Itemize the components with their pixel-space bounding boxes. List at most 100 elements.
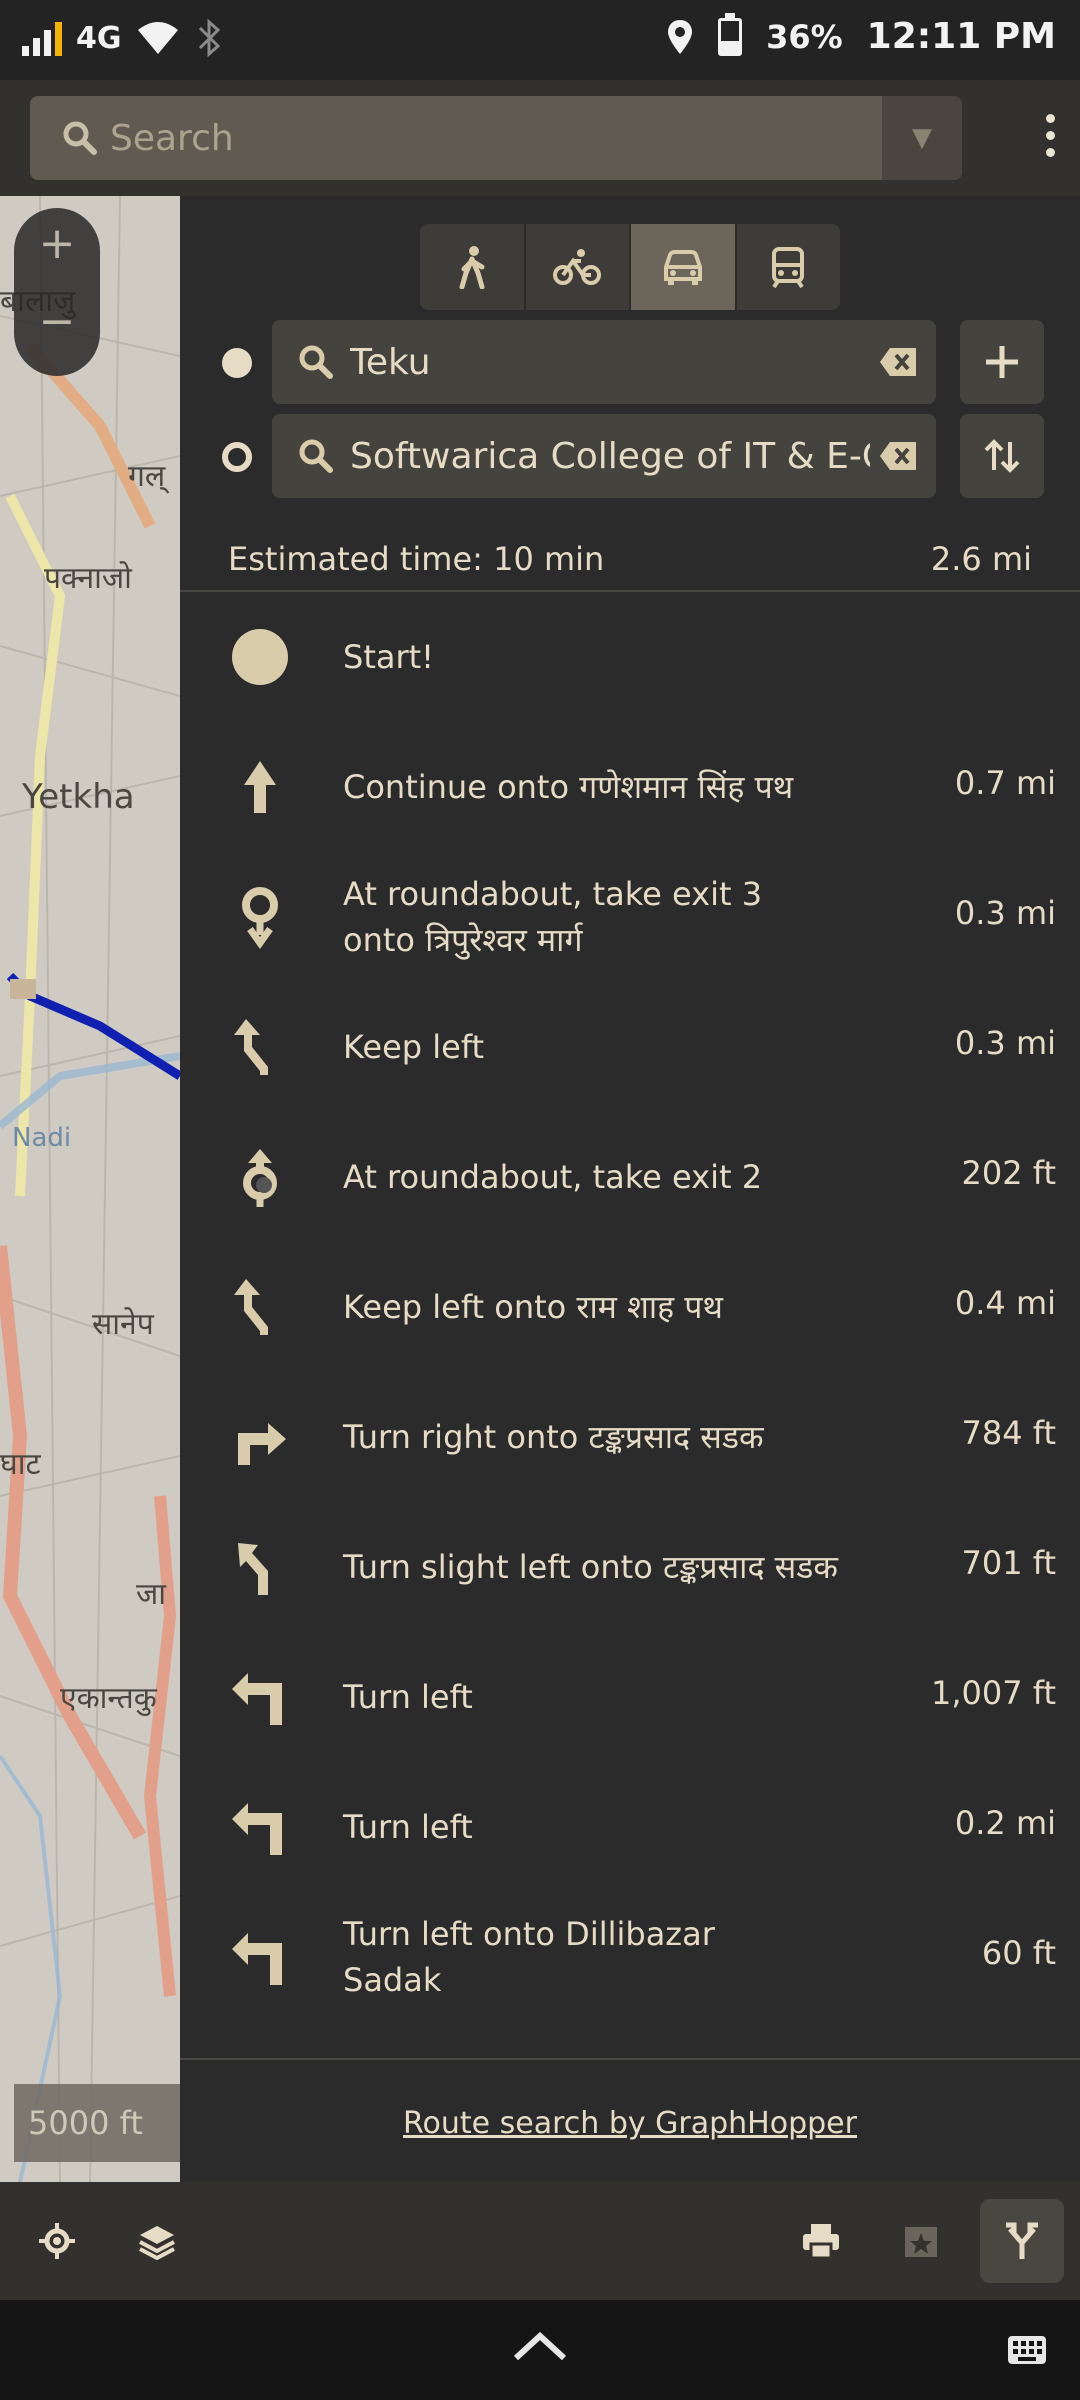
route-step[interactable]: Turn left onto Dillibazar Sadak 60 ft <box>180 1892 1080 2022</box>
destination-input[interactable]: Softwarica College of IT & E-Commerce <box>350 436 870 477</box>
keep-left-icon <box>234 1019 268 1075</box>
clock: 12:11 PM <box>866 16 1056 57</box>
swap-icon <box>984 439 1020 473</box>
bottom-toolbar <box>0 2182 1080 2300</box>
start-location-field[interactable]: Teku <box>272 320 936 404</box>
location-icon <box>668 19 693 54</box>
route-step-distance: 0.3 mi <box>954 894 1056 932</box>
destination-field[interactable]: Softwarica College of IT & E-Commerce <box>272 414 936 498</box>
chevron-down-icon: ▼ <box>912 123 932 153</box>
search-field[interactable]: Search ▼ <box>30 96 962 180</box>
route-step[interactable]: Turn right onto टङ्कप्रसाद सडक 784 ft <box>180 1372 1080 1502</box>
route-step-instruction: Turn left <box>343 1678 473 1716</box>
route-step-instruction: Turn right onto टङ्कप्रसाद सडक <box>343 1418 764 1456</box>
directions-panel: Teku Softwarica College of IT & E-Commer… <box>180 196 1080 2182</box>
layers-button[interactable] <box>122 2206 192 2276</box>
divider <box>180 2058 1080 2060</box>
svg-text:Yetkha: Yetkha <box>21 777 135 817</box>
mode-car-button[interactable] <box>631 224 737 310</box>
route-step-distance: 784 ft <box>961 1414 1057 1452</box>
car-icon <box>663 250 702 285</box>
route-step-instruction: Keep left <box>343 1028 485 1066</box>
svg-text:सानेप: सानेप <box>92 1307 155 1342</box>
route-step-instruction: Turn slight left onto टङ्कप्रसाद सडक <box>343 1548 838 1586</box>
crosshair-icon <box>39 2223 75 2259</box>
print-button[interactable] <box>786 2206 856 2276</box>
bookmark-star-icon <box>905 2227 937 2257</box>
route-step-distance: 1,007 ft <box>930 1674 1056 1712</box>
route-step[interactable]: Turn slight left onto टङ्कप्रसाद सडक 701 … <box>180 1502 1080 1632</box>
start-location-input[interactable]: Teku <box>350 342 870 383</box>
overflow-menu-button[interactable] <box>1038 114 1062 157</box>
transit-icon <box>772 247 805 289</box>
route-step-instruction: At roundabout, take exit 3 onto त्रिपुरे… <box>343 875 763 959</box>
map-view[interactable]: बालाजु गल् पक्नाजो Yetkha Nadi सानेप घाट… <box>0 196 180 2182</box>
start-marker-icon <box>222 348 252 378</box>
route-step[interactable]: Continue onto गणेशमान सिंह पथ 0.7 mi <box>180 722 1080 852</box>
keyboard-icon[interactable] <box>1006 2334 1048 2366</box>
mode-transit-button[interactable] <box>737 224 841 310</box>
svg-text:Nadi: Nadi <box>12 1123 71 1153</box>
roundabout-exit-icon <box>242 887 278 949</box>
network-type: 4G <box>76 20 122 56</box>
route-step[interactable]: Turn left 1,007 ft <box>180 1632 1080 1762</box>
battery-icon <box>718 12 743 56</box>
battery-level: 36% <box>766 17 843 56</box>
plus-icon <box>986 346 1018 378</box>
turn-right-icon <box>238 1423 286 1465</box>
route-step-instruction: Start! <box>343 638 434 676</box>
chevron-up-icon[interactable] <box>510 2330 570 2364</box>
search-input[interactable]: Search <box>110 118 234 159</box>
turn-left-icon <box>232 1803 282 1855</box>
turn-left-icon <box>232 1933 282 1985</box>
zoom-out-button[interactable]: − <box>14 296 100 347</box>
directions-button[interactable] <box>980 2199 1064 2283</box>
signal-icon <box>22 20 62 56</box>
mode-walk-button[interactable] <box>420 224 526 310</box>
zoom-control: + − <box>14 208 100 376</box>
keep-left-icon <box>234 1279 268 1335</box>
route-step[interactable]: Keep left 0.3 mi <box>180 982 1080 1112</box>
route-step-instruction: Continue onto गणेशमान सिंह पथ <box>343 768 794 806</box>
wifi-icon <box>137 22 178 54</box>
mode-bicycle-button[interactable] <box>526 224 631 310</box>
zoom-in-button[interactable]: + <box>14 218 100 269</box>
map-canvas: बालाजु गल् पक्नाजो Yetkha Nadi सानेप घाट… <box>0 196 180 2182</box>
swap-locations-button[interactable] <box>960 414 1044 498</box>
clear-icon[interactable] <box>878 346 918 378</box>
system-nav-bar <box>0 2300 1080 2400</box>
route-step[interactable]: Keep left onto राम शाह पथ 0.4 mi <box>180 1242 1080 1372</box>
print-icon <box>803 2224 839 2260</box>
search-icon <box>63 121 97 155</box>
my-location-button[interactable] <box>22 2206 92 2276</box>
search-icon <box>299 345 333 379</box>
clear-icon[interactable] <box>878 440 918 472</box>
destination-marker-icon <box>222 442 252 472</box>
route-step[interactable]: Start! <box>180 592 1080 722</box>
svg-text:पक्नाजो: पक्नाजो <box>44 561 133 596</box>
route-step-distance: 60 ft <box>981 1934 1056 1972</box>
roundabout-icon <box>243 1149 277 1207</box>
start-dot-icon <box>232 629 288 685</box>
add-waypoint-button[interactable] <box>960 320 1044 404</box>
route-step-instruction: Turn left <box>343 1808 473 1846</box>
svg-text:जा: जा <box>136 1577 167 1612</box>
route-step[interactable]: At roundabout, take exit 2 202 ft <box>180 1112 1080 1242</box>
route-summary: Estimated time: 10 min 2.6 mi <box>228 540 1032 578</box>
route-step-distance: 0.3 mi <box>954 1024 1056 1062</box>
layers-icon <box>139 2226 175 2260</box>
route-step-distance: 202 ft <box>961 1154 1057 1192</box>
route-step[interactable]: At roundabout, take exit 3 onto त्रिपुरे… <box>180 852 1080 982</box>
turn-left-icon <box>232 1673 282 1725</box>
search-icon <box>299 439 333 473</box>
top-bar: Search ▼ <box>0 80 1080 196</box>
route-step-distance: 701 ft <box>961 1544 1057 1582</box>
route-step[interactable]: Turn left 0.2 mi <box>180 1762 1080 1892</box>
svg-text:घाट: घाट <box>0 1447 41 1482</box>
graphhopper-credit-link[interactable]: Route search by GraphHopper <box>180 2106 1080 2141</box>
search-dropdown-button[interactable]: ▼ <box>882 96 962 180</box>
total-distance: 2.6 mi <box>930 540 1032 578</box>
favorites-button[interactable] <box>886 2206 956 2276</box>
route-step-distance: 0.2 mi <box>954 1804 1056 1842</box>
route-step-instruction: Keep left onto राम शाह पथ <box>343 1288 723 1326</box>
